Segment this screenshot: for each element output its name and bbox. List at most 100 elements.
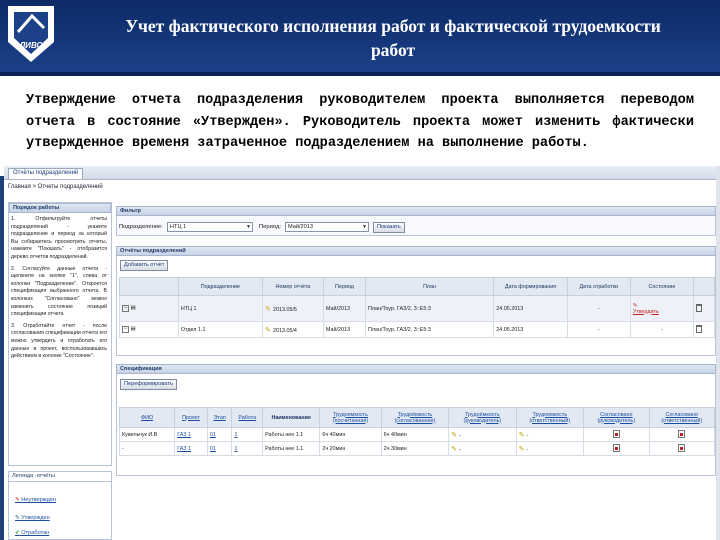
breadcrumb[interactable]: Главная > Отчеты подразделений [8, 184, 103, 190]
cell-division: НТЦ 1 [177, 295, 263, 322]
cell-fio: Кувельчук И.В [118, 427, 176, 442]
row-expand-cell: − ▤ [119, 321, 179, 338]
unapproved-icon: ✎ [15, 497, 20, 503]
instructions-title: Порядок работы [9, 203, 111, 213]
cell-effort-head: ✎ - [448, 441, 517, 456]
legend-item-approved: ✎ Утвержден [15, 515, 50, 521]
expand-icon[interactable]: − [122, 326, 129, 333]
division-label: Подразделение: [119, 224, 163, 230]
app-tab-bar: Отчёты подразделений [4, 166, 720, 180]
cell-number-text: 2013.05/5 [272, 306, 297, 313]
cell-agreed-head [583, 441, 650, 456]
legend-item-unapproved-label: Неутвержден [21, 497, 57, 503]
cell-actions [692, 321, 716, 338]
pencil-icon[interactable]: ✎ [519, 431, 527, 439]
cell-period: Май/2013 [322, 321, 366, 338]
table-row[interactable]: - ГАЗ 1 01 1 Работы нее 1.1 2ч 20мин 2ч … [118, 441, 715, 456]
cell-name: Работы нее 1.1 [262, 427, 321, 442]
col-effort-head[interactable]: Трудоёмкость (руководитель) [448, 407, 517, 428]
col-effort-agreed[interactable]: Трудоёмкость (согласованная) [380, 407, 450, 428]
cell-date-processed: - [566, 295, 631, 322]
col-agreed-resp[interactable]: Согласовано (ответственный) [648, 407, 715, 428]
cell-state: - [629, 321, 694, 338]
col-fio[interactable]: ФИО [118, 407, 176, 428]
col-state[interactable]: Состояние [629, 277, 694, 296]
cell-effort-agreed: 6ч 40мин [380, 427, 450, 442]
cell-fio: - [118, 441, 176, 456]
cell-number: ✎ 2013.05/4 [261, 321, 324, 338]
cell-name: Работы нее 1.1 [262, 441, 321, 456]
cell-effort-agreed: 2ч 30мин [380, 441, 450, 456]
col-agreed-head[interactable]: Согласовано (руководитель) [583, 407, 650, 428]
cell-project: ГАЗ 1 [174, 427, 208, 442]
cell-date-formed: 24.05.2013 [493, 295, 568, 322]
cell-effort-resp: ✎ - [515, 441, 585, 456]
cell-effort-calc: 2ч 20мин [319, 441, 382, 456]
col-name[interactable]: Наименование [262, 407, 321, 428]
col-work[interactable]: Работа [231, 407, 264, 428]
cell-state: ✎ Утвердить [629, 295, 694, 322]
cell-plan: План/Тоур. ГАЗ/2, 3::Е5:3 [364, 321, 495, 338]
pencil-icon[interactable]: ✎ [519, 445, 527, 453]
table-row[interactable]: − ▤ Отдел 1.1 ✎ 2013.05/4 Май/2013 План/Т… [119, 321, 716, 338]
col-effort-resp[interactable]: Трудоемкость (ответственный) [515, 407, 585, 428]
col-plan[interactable]: План [364, 277, 495, 296]
row-expand-cell: − ▤ [119, 295, 179, 322]
col-date-processed[interactable]: Дата отработки [566, 277, 631, 296]
agreement-icon[interactable] [678, 443, 686, 452]
add-report-button[interactable]: Добавить отчёт [120, 260, 169, 271]
filter-title: Фильтр [116, 206, 716, 216]
col-stage[interactable]: Этап [206, 407, 233, 428]
agreement-icon[interactable] [612, 443, 620, 452]
col-date-formed[interactable]: Дата формирования [493, 277, 568, 296]
cell-date-processed: - [566, 321, 631, 338]
expand-icon[interactable]: − [122, 305, 129, 312]
legend-item-unapproved: ✎ Неутвержден [15, 497, 56, 503]
legend-item-processed: ✔ Отработан [15, 530, 49, 536]
pencil-icon[interactable]: ✎ [265, 305, 273, 313]
instruction-step-2: 2. Согласуйте данные отчета - щелкните н… [11, 265, 107, 318]
period-label: Период: [259, 224, 281, 230]
col-project[interactable]: Проект [174, 407, 208, 428]
reform-button[interactable]: Переформировать [120, 379, 177, 390]
legend-title: Легенда -отчёты [9, 472, 111, 482]
cell-work: 1 [231, 441, 264, 456]
legend-panel: Легенда -отчёты ✎ Неутвержден ✎ Утвержде… [8, 471, 112, 540]
pencil-icon[interactable]: ✎ [451, 431, 459, 439]
instructions-panel: Порядок работы 1. Отфильтруйте отчеты по… [8, 202, 112, 466]
pencil-icon[interactable]: ✎ [265, 326, 273, 334]
checkmark-icon: ✔ [15, 530, 20, 536]
trash-icon[interactable] [695, 324, 702, 333]
specification-title: Спецификация [116, 364, 716, 374]
pencil-icon[interactable]: ✎ [451, 445, 459, 453]
col-period[interactable]: Период [322, 277, 366, 296]
approve-link[interactable]: Утвердить [633, 309, 659, 315]
trash-icon[interactable] [695, 303, 702, 312]
vertical-scrollbar[interactable] [716, 166, 720, 540]
reports-panel: Отчёты подразделений Добавить отчёт Подр… [116, 246, 716, 356]
slide-header: ЛИВС Учет фактического исполнения работ … [0, 0, 720, 76]
cell-stage: 01 [206, 441, 233, 456]
cell-effort-resp: ✎ - [515, 427, 585, 442]
legend-item-approved-label: Утвержден [21, 515, 50, 521]
agreement-icon[interactable] [678, 429, 686, 438]
tab-division-reports[interactable]: Отчёты подразделений [8, 168, 84, 179]
specification-table: ФИО Проект Этап Работа Наименование Труд… [118, 407, 715, 456]
instruction-step-3: 3. Отработайте отчет - после согласовани… [11, 322, 107, 360]
cell-effort-calc: 6ч 40мин [319, 427, 382, 442]
show-button[interactable]: Показать [373, 222, 405, 233]
slide-title-line1: Учет фактического исполнения работ и фак… [125, 16, 661, 36]
report-icon: ▤ [130, 305, 136, 311]
report-icon: ▤ [130, 326, 136, 332]
reports-title: Отчёты подразделений [116, 246, 716, 256]
col-number[interactable]: Номер отчёта [261, 277, 324, 296]
period-select[interactable]: Май/2013 [285, 222, 369, 232]
logo-text: ЛИВС [19, 41, 43, 50]
table-row[interactable]: Кувельчук И.В ГАЗ 1 01 1 Работы нее 1.1 … [118, 427, 715, 442]
col-effort-calc[interactable]: Трудоемкость (посчитанная) [319, 407, 382, 428]
division-select[interactable]: НТЦ 1 [167, 222, 253, 232]
cell-plan: План/Тоур. ГАЗ/2, 3::Е5:3 [364, 295, 495, 322]
table-row[interactable]: − ▤ НТЦ 1 ✎ 2013.05/5 Май/2013 План/Тоур.… [119, 295, 716, 322]
col-division[interactable]: Подразделение [177, 277, 263, 296]
agreement-icon[interactable] [612, 429, 620, 438]
